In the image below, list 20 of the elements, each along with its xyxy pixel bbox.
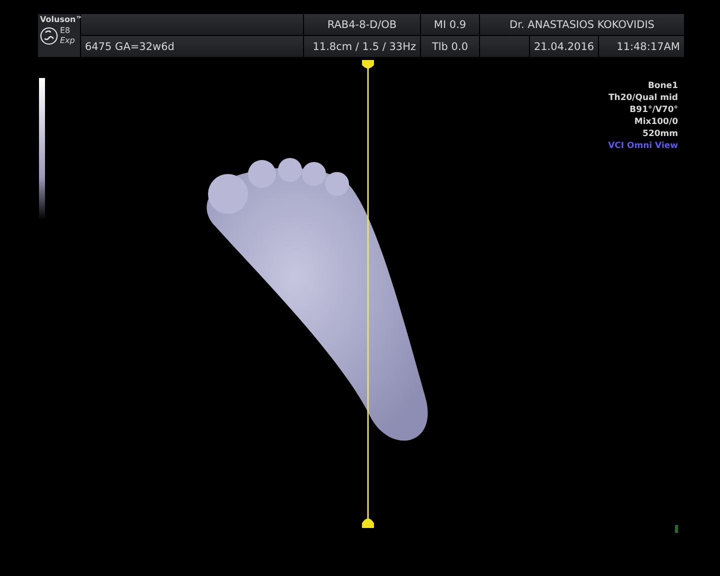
- logo-icon: [40, 27, 58, 45]
- setting-text: Th20/Qual mid: [608, 92, 678, 104]
- exam-date: 21.04.2016: [530, 36, 598, 57]
- depth-frequency: 11.8cm / 1.5 / 33Hz: [304, 36, 420, 57]
- edition-label: Exp: [60, 36, 75, 46]
- mechanical-index: MI 0.9: [421, 14, 479, 35]
- thermal-index: Tlb 0.0: [421, 36, 479, 57]
- setting-text: 520mm: [642, 128, 678, 140]
- model-label: E8: [60, 26, 72, 36]
- brand-name: Voluson™: [40, 15, 84, 24]
- operator-name: Dr. ANASTASIOS KOKOVIDIS: [480, 14, 684, 35]
- setting-text: B91°/V70°: [630, 104, 678, 116]
- exam-time: 11:48:17AM: [599, 36, 684, 57]
- probe-label: RAB4-8-D/OB: [304, 14, 420, 35]
- marker-icon: [675, 525, 678, 533]
- cursor-line[interactable]: [361, 58, 375, 530]
- patient-info: 6475 GA=32w6d: [81, 36, 303, 57]
- setting-text: VCI Omni View: [608, 140, 678, 152]
- setting-text: Bone1: [648, 80, 678, 92]
- setting-text: Mix100/0: [634, 116, 678, 128]
